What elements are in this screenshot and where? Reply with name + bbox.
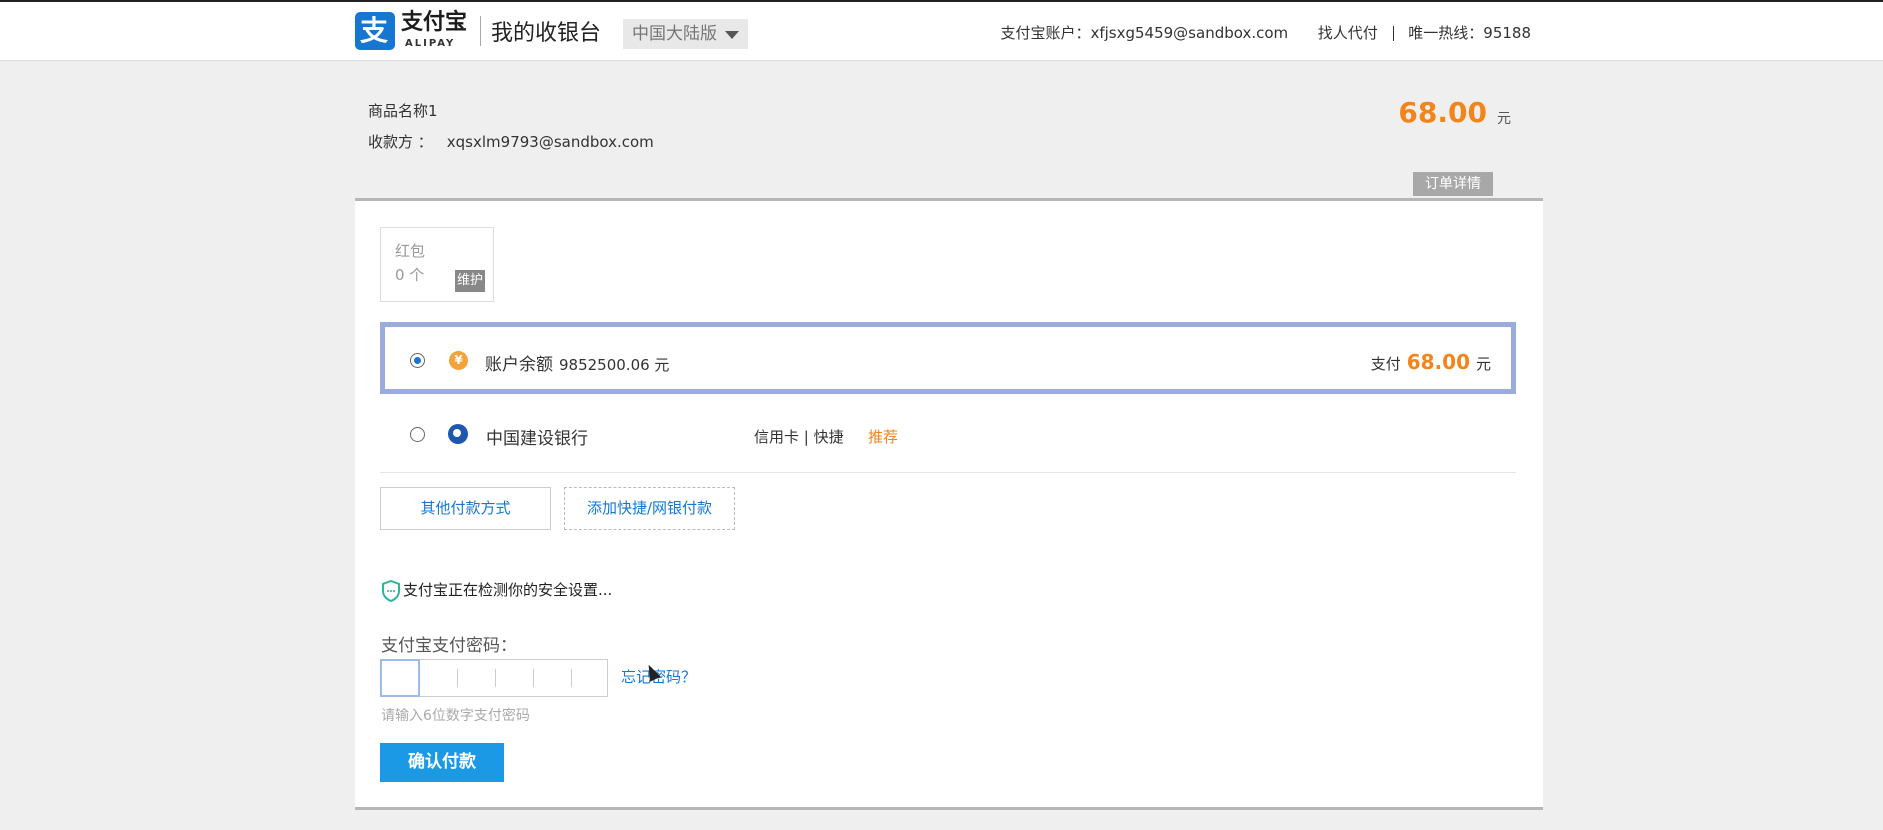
account-info: 支付宝账户：xfjsxg5459@sandbox.com 找人代付 唯一热线：9…: [1000, 22, 1531, 43]
pay-unit: 元: [1475, 355, 1491, 373]
order-amount-value: 68.00: [1398, 96, 1487, 129]
pay-amount: 68.00: [1406, 350, 1470, 374]
payee-email: xqsxlm9793@sandbox.com: [446, 133, 654, 151]
red-packet-card[interactable]: 红包 0 个 维护: [380, 227, 494, 302]
password-divider: [495, 669, 496, 687]
bank-icon: [448, 424, 468, 444]
password-divider: [533, 669, 534, 687]
recommend-badge: 推荐: [868, 428, 899, 446]
region-label: 中国大陆版: [632, 24, 717, 44]
chevron-down-icon: [725, 31, 739, 39]
bank-label: 中国建设银行: [486, 429, 588, 449]
password-cell-active[interactable]: [380, 659, 420, 697]
shield-icon: [382, 579, 400, 602]
divider: [1392, 26, 1394, 41]
hotline-text: 唯一热线：95188: [1408, 24, 1531, 42]
password-hint: 请输入6位数字支付密码: [381, 708, 530, 724]
bank-card-types: 信用卡 | 快捷: [754, 428, 844, 446]
password-label: 支付宝支付密码：: [381, 636, 517, 656]
account-label: 支付宝账户：: [1000, 24, 1091, 42]
logo-divider: [480, 16, 481, 46]
order-detail-button[interactable]: 订单详情: [1413, 172, 1493, 196]
password-input[interactable]: [380, 659, 608, 697]
security-check: 支付宝正在检测你的安全设置...: [381, 579, 612, 602]
payment-option-bank[interactable]: 中国建设银行 信用卡 | 快捷 推荐: [380, 400, 1516, 473]
add-bank-button[interactable]: 添加快捷/网银付款: [564, 487, 735, 530]
password-divider: [571, 669, 572, 687]
other-methods-button[interactable]: 其他付款方式: [380, 487, 551, 530]
pay-amount-wrap: 支付 68.00 元: [1371, 350, 1491, 374]
payment-panel: 红包 0 个 维护 ¥ 账户余额 9852500.06 元 支付 68.00 元 中国…: [355, 198, 1543, 810]
coin-icon: ¥: [449, 351, 468, 370]
payee-info: 收款方 ： xqsxlm9793@sandbox.com: [368, 131, 654, 152]
product-name: 商品名称1: [368, 102, 438, 120]
payee-label: 收款方 ：: [368, 133, 433, 151]
find-payer-link[interactable]: 找人代付: [1318, 24, 1378, 42]
red-packet-title: 红包: [395, 242, 426, 260]
bank-radio[interactable]: [410, 427, 425, 442]
logo-glyph: 支: [360, 14, 389, 47]
alipay-logo-icon[interactable]: 支: [355, 12, 395, 50]
account-email: xfjsxg5459@sandbox.com: [1090, 24, 1289, 42]
balance-label: 账户余额: [485, 355, 553, 375]
order-currency: 元: [1497, 111, 1511, 127]
pay-label: 支付: [1370, 355, 1401, 373]
confirm-pay-button[interactable]: 确认付款: [380, 743, 504, 782]
payment-option-balance[interactable]: ¥ 账户余额 9852500.06 元 支付 68.00 元: [380, 322, 1516, 394]
balance-radio[interactable]: [410, 353, 425, 368]
logo-text-en: ALIPAY: [405, 38, 456, 49]
page-title: 我的收银台: [491, 21, 602, 46]
region-select[interactable]: 中国大陆版: [623, 19, 748, 49]
logo-text: 支付宝: [401, 10, 468, 35]
top-bar: 支 支付宝 ALIPAY 我的收银台 中国大陆版 支付宝账户：xfjsxg545…: [0, 0, 1883, 61]
security-text: 支付宝正在检测你的安全设置...: [403, 581, 613, 599]
password-divider: [457, 669, 458, 687]
balance-value: 9852500.06 元: [559, 356, 670, 374]
red-packet-count: 0 个: [395, 266, 425, 284]
order-amount: 68.00: [1398, 96, 1511, 129]
balance-label-wrap: 账户余额 9852500.06 元: [485, 350, 669, 375]
maintenance-badge: 维护: [455, 270, 485, 292]
